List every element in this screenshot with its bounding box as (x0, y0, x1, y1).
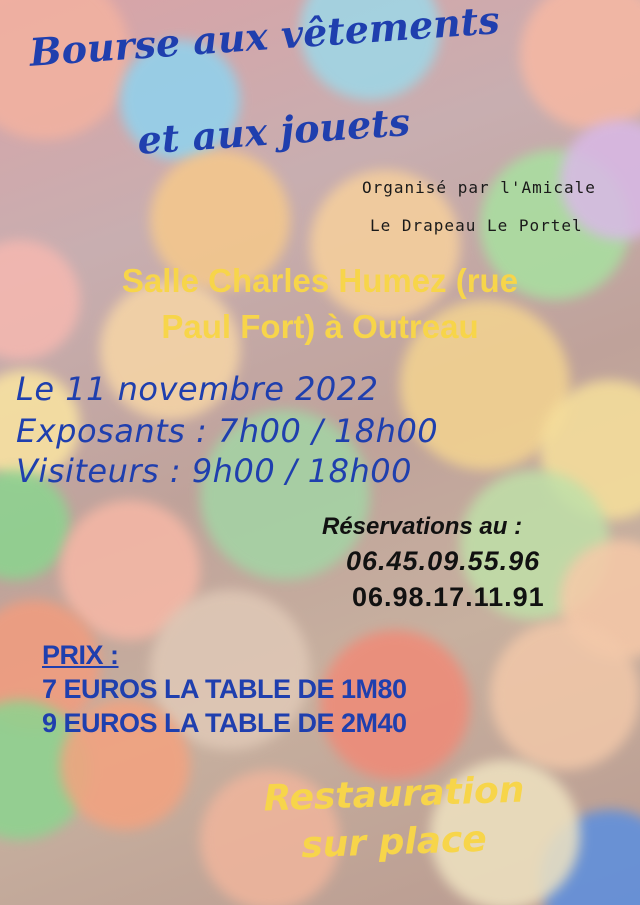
bokeh-light (320, 630, 470, 780)
price-heading: PRIX : (42, 640, 119, 670)
price-line-2: 9 EUROS LA TABLE DE 2M40 (42, 708, 407, 738)
reservations-label: Réservations au : (322, 513, 523, 540)
venue-line-2: Paul Fort) à Outreau (161, 308, 479, 345)
bokeh-light (490, 620, 640, 770)
bokeh-light (520, 0, 640, 130)
event-date: Le 11 novembre 2022 (16, 370, 379, 408)
phone-number-1: 06.45.09.55.96 (346, 546, 541, 576)
phone-number-2: 06.98.17.11.91 (352, 582, 545, 612)
exhibitor-hours: Exposants : 7h00 / 18h00 (16, 412, 439, 450)
event-poster: Bourse aux vêtements et aux jouets Organ… (0, 0, 640, 905)
price-line-1: 7 EUROS LA TABLE DE 1M80 (42, 674, 407, 704)
organizer-line-2: Le Drapeau Le Portel (370, 216, 583, 235)
visitor-hours: Visiteurs : 9h00 / 18h00 (16, 452, 413, 490)
organizer-line-1: Organisé par l'Amicale (362, 178, 596, 197)
venue-line-1: Salle Charles Humez (rue (121, 262, 519, 299)
